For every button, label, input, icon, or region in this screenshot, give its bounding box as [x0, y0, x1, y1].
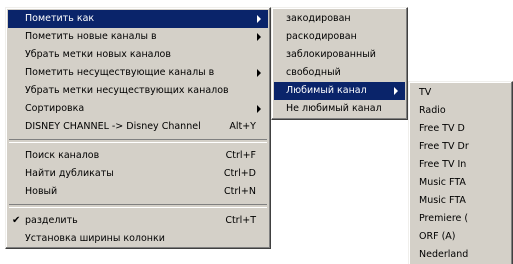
menu-item-label: Сортировка: [25, 103, 85, 114]
favorite-list-submenu: TV Radio Free TV D Free TV Dr Free TV In…: [408, 81, 513, 264]
menu-item-search-channels[interactable]: Поиск каналов Ctrl+F: [8, 147, 268, 165]
shortcut-label: Ctrl+N: [224, 186, 256, 197]
menu-item-decoded[interactable]: раскодирован: [274, 28, 405, 46]
favorite-list-item[interactable]: Nederland: [411, 246, 510, 264]
menu-item-label: Найти дубликаты: [25, 168, 114, 179]
menu-item-label: ORF (A): [419, 231, 456, 242]
menu-item-label: Любимый канал: [286, 85, 367, 96]
favorite-list-item[interactable]: Music FTA: [411, 174, 510, 192]
menu-item-new[interactable]: Новый Ctrl+N: [8, 183, 268, 201]
menu-item-label: TV: [419, 87, 432, 98]
menu-item-label: Пометить как: [25, 13, 95, 24]
submenu-arrow-icon: [257, 105, 261, 113]
shortcut-label: Ctrl+F: [225, 150, 256, 161]
menu-item-label: Поиск каналов: [25, 150, 100, 161]
checkmark-icon: ✔: [12, 215, 21, 226]
submenu-arrow-icon: [257, 69, 261, 77]
submenu-arrow-icon: [394, 87, 398, 95]
menu-item-label: Music FTA: [419, 195, 466, 206]
menu-item-mark-as[interactable]: Пометить как: [8, 10, 268, 28]
menu-item-label: свободный: [286, 67, 341, 78]
menu-item-not-favorite-channel[interactable]: Не любимый канал: [274, 100, 405, 118]
menu-item-label: Установка ширины колонки: [25, 233, 165, 244]
menu-item-label: Radio: [419, 105, 446, 116]
menu-separator: [9, 204, 267, 208]
mark-as-submenu: закодирован раскодирован заблокированный…: [271, 7, 408, 120]
menu-item-label: Music FTA: [419, 177, 466, 188]
menu-item-label: Не любимый канал: [286, 103, 382, 114]
shortcut-label: Alt+Y: [229, 121, 256, 132]
favorite-list-item[interactable]: Free TV D: [411, 120, 510, 138]
menu-item-label: раскодирован: [286, 31, 357, 42]
menu-item-favorite-channel[interactable]: Любимый канал: [274, 82, 405, 100]
menu-item-label: DISNEY CHANNEL -> Disney Channel: [25, 121, 201, 132]
menu-item-encoded[interactable]: закодирован: [274, 10, 405, 28]
menu-item-label: закодирован: [286, 13, 351, 24]
menu-item-label: разделить: [25, 215, 78, 226]
menu-item-sorting[interactable]: Сортировка: [8, 100, 268, 118]
menu-item-unmark-new-channels[interactable]: Убрать метки новых каналов: [8, 46, 268, 64]
shortcut-label: Ctrl+D: [223, 168, 256, 179]
favorite-list-item[interactable]: ORF (A): [411, 228, 510, 246]
menu-item-blocked[interactable]: заблокированный: [274, 46, 405, 64]
menu-item-label: Пометить новые каналы в: [25, 31, 157, 42]
menu-item-label: Premiere (: [419, 213, 469, 224]
menu-item-find-duplicates[interactable]: Найти дубликаты Ctrl+D: [8, 165, 268, 183]
favorite-list-item[interactable]: Free TV Dr: [411, 138, 510, 156]
menu-item-free[interactable]: свободный: [274, 64, 405, 82]
submenu-arrow-icon: [257, 15, 261, 23]
menu-item-unmark-missing-channels[interactable]: Убрать метки несуществующих каналов: [8, 82, 268, 100]
menu-item-split[interactable]: ✔ разделить Ctrl+T: [8, 212, 268, 230]
submenu-arrow-icon: [257, 33, 261, 41]
menu-item-label: Free TV D: [419, 123, 465, 134]
menu-item-label: Пометить несуществующие каналы в: [25, 67, 215, 78]
menu-item-label: Новый: [25, 186, 58, 197]
shortcut-label: Ctrl+T: [225, 215, 256, 226]
favorite-list-item[interactable]: Premiere (: [411, 210, 510, 228]
menu-item-column-width[interactable]: Установка ширины колонки: [8, 230, 268, 248]
menu-item-label: Free TV Dr: [419, 141, 469, 152]
favorite-list-item[interactable]: Radio: [411, 102, 510, 120]
favorite-list-item[interactable]: Music FTA: [411, 192, 510, 210]
context-menu: Пометить как Пометить новые каналы в Убр…: [5, 7, 271, 249]
menu-item-mark-new-channels[interactable]: Пометить новые каналы в: [8, 28, 268, 46]
menu-item-label: Nederland: [419, 249, 469, 260]
menu-item-label: Убрать метки новых каналов: [25, 49, 171, 60]
menu-item-label: Free TV In: [419, 159, 467, 170]
menu-separator: [9, 139, 267, 143]
favorite-list-item[interactable]: Free TV In: [411, 156, 510, 174]
favorite-list-item[interactable]: TV: [411, 84, 510, 102]
menu-item-label: заблокированный: [286, 49, 376, 60]
menu-item-rename-disney[interactable]: DISNEY CHANNEL -> Disney Channel Alt+Y: [8, 118, 268, 136]
menu-item-label: Убрать метки несуществующих каналов: [25, 85, 229, 96]
menu-item-mark-missing-channels[interactable]: Пометить несуществующие каналы в: [8, 64, 268, 82]
